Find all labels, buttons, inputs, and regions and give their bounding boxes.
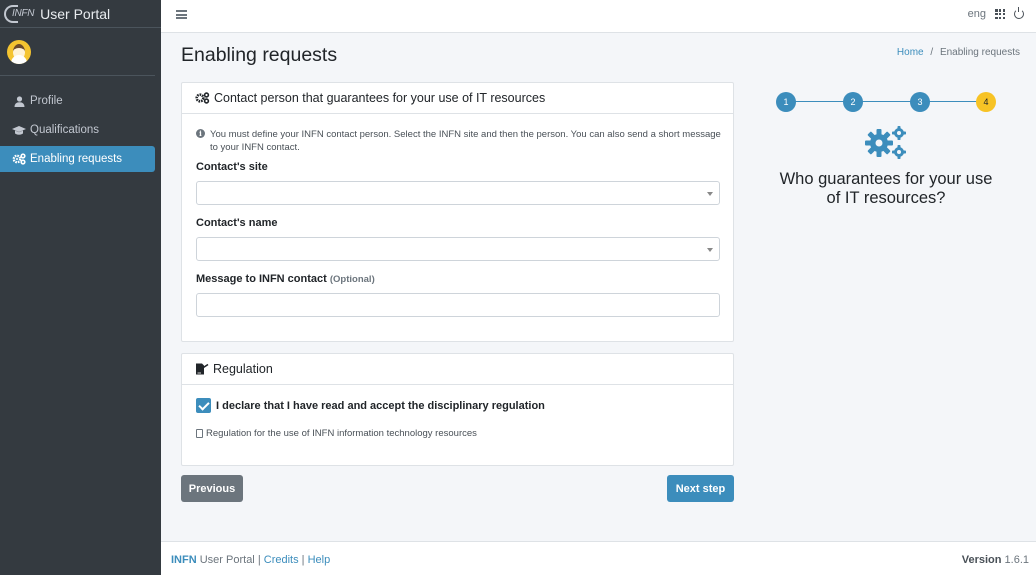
previous-button[interactable]: Previous (181, 475, 243, 502)
sidebar-item-label: Enabling requests (30, 153, 123, 165)
cogs-icon (195, 92, 210, 104)
message-label-text: Message to INFN contact (196, 273, 327, 285)
grid-icon[interactable] (995, 9, 1005, 19)
top-navbar: eng (161, 0, 1036, 33)
info-message: i You must define your INFN contact pers… (196, 128, 721, 154)
message-input[interactable] (196, 293, 720, 317)
sidebar-item-enabling-requests[interactable]: Enabling requests (0, 146, 155, 172)
version-label: Version (961, 554, 1002, 566)
next-step-button[interactable]: Next step (667, 475, 734, 502)
contact-card: Contact person that guarantees for your … (181, 82, 734, 342)
step-2: 2 (843, 92, 863, 112)
footer-left: INFN User Portal | Credits | Help (171, 554, 330, 566)
stepper-line (786, 101, 988, 102)
file-icon (196, 429, 203, 438)
sidebar: INFN User Portal Profile Qualifications … (0, 0, 161, 575)
footer: INFN User Portal | Credits | Help Versio… (161, 541, 1036, 575)
cogs-icon (865, 126, 906, 159)
footer-separator: | (257, 554, 261, 566)
info-text: You must define your INFN contact person… (210, 129, 721, 153)
chevron-down-icon (707, 248, 713, 252)
regulation-accept-row: I declare that I have read and accept th… (196, 398, 545, 413)
regulation-document-link[interactable]: Regulation for the use of INFN informati… (196, 428, 477, 439)
contact-card-header: Contact person that guarantees for your … (182, 83, 733, 114)
graduation-cap-icon (12, 124, 26, 136)
regulation-card-title: Regulation (213, 362, 273, 376)
step-question: Who guarantees for your use of IT resour… (779, 170, 993, 207)
footer-portal: User Portal (199, 554, 255, 566)
optional-tag: (Optional) (329, 274, 375, 285)
brand-title: User Portal (40, 5, 111, 22)
sidebar-item-profile[interactable]: Profile (0, 88, 155, 114)
avatar[interactable] (7, 39, 31, 64)
contact-name-label: Contact's name (196, 217, 278, 229)
accept-regulation-label[interactable]: I declare that I have read and accept th… (216, 400, 545, 412)
help-link[interactable]: Help (308, 554, 331, 566)
cogs-icon (12, 153, 26, 165)
accept-regulation-checkbox[interactable] (196, 398, 211, 413)
contact-name-select[interactable] (196, 237, 720, 261)
chevron-down-icon (707, 192, 713, 196)
wizard-stepper: 1 2 3 4 (776, 92, 998, 112)
version-number: 1.6.1 (1004, 554, 1029, 566)
step-4: 4 (976, 92, 996, 112)
user-icon (12, 95, 26, 107)
regulation-link-text[interactable]: Regulation for the use of INFN informati… (206, 428, 477, 439)
file-signature-icon (195, 363, 209, 375)
power-icon[interactable] (1014, 7, 1024, 19)
footer-brand: INFN (171, 554, 197, 566)
topbar-right: eng (968, 7, 1024, 20)
message-label: Message to INFN contact (Optional) (196, 273, 375, 285)
page-title: Enabling requests (181, 44, 338, 66)
user-panel (0, 28, 155, 76)
footer-version: Version 1.6.1 (962, 554, 1029, 566)
credits-link[interactable]: Credits (264, 554, 299, 566)
step-1: 1 (776, 92, 796, 112)
breadcrumb-home[interactable]: Home (897, 47, 924, 58)
contact-card-title: Contact person that guarantees for your … (214, 91, 546, 105)
regulation-card-header: Regulation (182, 354, 733, 385)
breadcrumb-current: Enabling requests (939, 47, 1020, 58)
regulation-card: Regulation I declare that I have read an… (181, 353, 734, 466)
infn-logo: INFN (4, 4, 34, 23)
menu-toggle-icon[interactable] (176, 10, 187, 19)
sidebar-item-label: Profile (30, 95, 63, 107)
contact-site-select[interactable] (196, 181, 720, 205)
contact-site-label: Contact's site (196, 161, 268, 173)
info-icon: i (196, 129, 205, 138)
sidebar-item-label: Qualifications (30, 124, 100, 136)
sidebar-nav: Profile Qualifications Enabling requests (0, 88, 161, 172)
step-3: 3 (910, 92, 930, 112)
language-selector[interactable]: eng (968, 8, 986, 20)
breadcrumb-separator: / (930, 47, 934, 58)
brand-link[interactable]: INFN User Portal (0, 0, 161, 28)
breadcrumb: Home / Enabling requests (897, 47, 1020, 58)
footer-separator: | (301, 554, 305, 566)
sidebar-item-qualifications[interactable]: Qualifications (0, 117, 155, 143)
